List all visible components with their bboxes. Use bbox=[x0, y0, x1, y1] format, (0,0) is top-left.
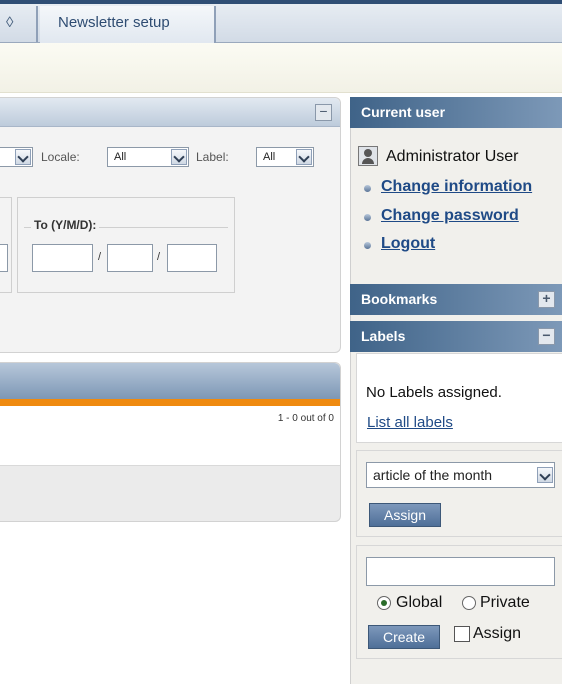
chevron-down-icon bbox=[296, 149, 312, 165]
expand-plus-icon[interactable]: + bbox=[538, 291, 555, 308]
results-body: 1 - 0 out of 0 bbox=[0, 406, 340, 466]
collapse-minus-icon[interactable]: − bbox=[315, 104, 332, 121]
create-button[interactable]: Create bbox=[368, 625, 440, 649]
labels-header: Labels − bbox=[350, 321, 562, 352]
current-user-title: Current user bbox=[361, 104, 446, 120]
change-password-link[interactable]: Change password bbox=[381, 207, 519, 225]
sub-toolbar bbox=[0, 43, 562, 93]
tab-partial-label: ◊ bbox=[6, 14, 14, 31]
assign-button-label: Assign bbox=[383, 507, 427, 523]
create-button-label: Create bbox=[382, 629, 426, 645]
date-separator: / bbox=[98, 251, 102, 263]
user-name: Administrator User bbox=[386, 148, 519, 165]
private-radio[interactable] bbox=[462, 596, 476, 610]
locale-select-value: All bbox=[114, 151, 127, 163]
to-date-legend: To (Y/M/D): bbox=[31, 218, 100, 232]
user-icon bbox=[358, 146, 378, 166]
label-choice-select[interactable]: article of the month bbox=[366, 462, 555, 488]
private-label: Private bbox=[480, 594, 530, 611]
chevron-down-icon bbox=[15, 149, 31, 165]
global-radio[interactable] bbox=[377, 596, 391, 610]
bookmarks-link[interactable]: Bookmarks bbox=[361, 291, 437, 307]
labels-title: Labels bbox=[361, 328, 406, 344]
to-year-input[interactable] bbox=[32, 244, 93, 272]
locale-select[interactable]: All bbox=[107, 147, 189, 167]
to-month-input[interactable] bbox=[107, 244, 153, 272]
date-separator: / bbox=[157, 251, 161, 263]
tab-partial[interactable]: ◊ bbox=[0, 6, 38, 42]
list-all-labels-link[interactable]: List all labels bbox=[367, 414, 453, 431]
label-select-value: All bbox=[263, 151, 276, 163]
locale-label: Locale: bbox=[41, 150, 80, 164]
bookmarks-header: Bookmarks + bbox=[350, 284, 562, 315]
results-header bbox=[0, 363, 340, 399]
label-filter-label: Label: bbox=[196, 150, 229, 164]
no-labels-text: No Labels assigned. bbox=[366, 384, 502, 401]
assign-checkbox-label: Assign bbox=[473, 625, 522, 642]
collapse-minus-icon[interactable]: − bbox=[538, 328, 555, 345]
bullet-icon bbox=[364, 185, 371, 192]
new-label-input[interactable] bbox=[366, 557, 555, 586]
pagination-count: 1 - 0 out of 0 bbox=[277, 413, 334, 424]
assign-checkbox[interactable] bbox=[454, 626, 470, 642]
partial-select[interactable] bbox=[0, 147, 33, 167]
change-information-link[interactable]: Change information bbox=[381, 178, 532, 196]
current-user-header: Current user bbox=[350, 97, 562, 128]
results-panel: 1 - 0 out of 0 bbox=[0, 362, 341, 522]
bullet-icon bbox=[364, 242, 371, 249]
chevron-down-icon bbox=[537, 467, 553, 483]
tab-newsletter-label: Newsletter setup bbox=[58, 14, 170, 31]
results-accent-bar bbox=[0, 399, 340, 406]
to-day-input[interactable] bbox=[167, 244, 217, 272]
from-date-input[interactable] bbox=[0, 244, 8, 272]
label-select[interactable]: All bbox=[256, 147, 314, 167]
filter-panel-header: − bbox=[0, 98, 340, 127]
bullet-icon bbox=[364, 214, 371, 221]
assign-button[interactable]: Assign bbox=[369, 503, 441, 527]
top-stripe bbox=[0, 0, 562, 4]
label-choice-value: article of the month bbox=[373, 467, 493, 483]
tab-newsletter-setup[interactable]: Newsletter setup bbox=[40, 6, 216, 43]
chevron-down-icon bbox=[171, 149, 187, 165]
logout-link[interactable]: Logout bbox=[381, 235, 435, 253]
top-tab-bar: ◊ Newsletter setup bbox=[0, 0, 562, 43]
global-label: Global bbox=[396, 594, 443, 611]
